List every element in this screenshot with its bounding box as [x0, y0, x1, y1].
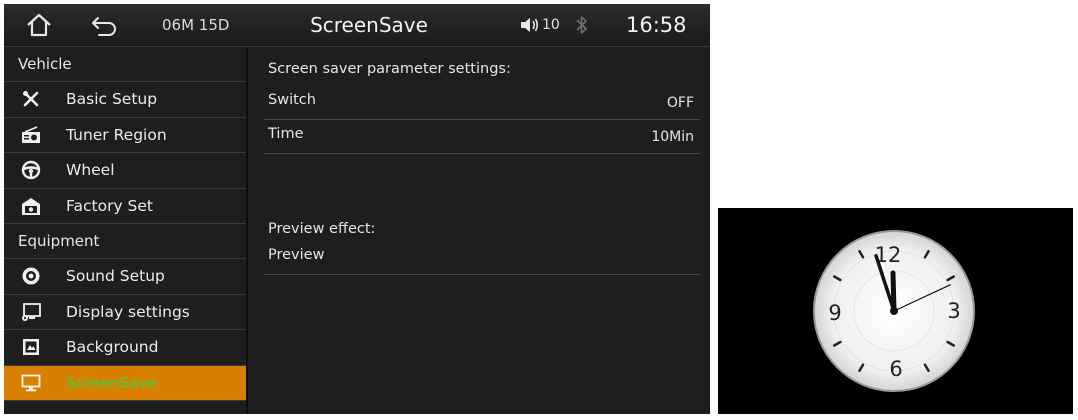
- settings-heading: Screen saver parameter settings:: [268, 61, 511, 77]
- sidebar-item-wheel[interactable]: Wheel: [4, 153, 246, 189]
- switch-label: Switch: [268, 92, 316, 108]
- factory-icon: [21, 196, 41, 216]
- home-icon[interactable]: [26, 4, 52, 46]
- sidebar-item-label: ScreenSave: [66, 373, 158, 392]
- preview-row[interactable]: Preview: [264, 240, 700, 275]
- sidebar-item-tuner-region[interactable]: Tuner Region: [4, 118, 246, 153]
- clock-center: [890, 307, 898, 315]
- analog-clock: 12 3 6 9: [813, 230, 975, 392]
- monitor-icon: [21, 373, 41, 393]
- time-label: Time: [268, 126, 304, 142]
- steering-wheel-icon: [21, 160, 41, 180]
- volume-level: 10: [542, 17, 560, 33]
- speaker-icon: [521, 18, 539, 32]
- monitor-gear-icon: [21, 302, 41, 322]
- page-title: ScreenSave: [310, 13, 428, 37]
- section-header-vehicle: Vehicle: [4, 47, 246, 82]
- bluetooth-icon: [575, 4, 591, 46]
- sidebar-item-label: Factory Set: [66, 196, 153, 215]
- top-bar: 06M 15D ScreenSave 10 16:58: [4, 4, 710, 47]
- date-display: 06M 15D: [162, 16, 230, 34]
- time-value[interactable]: 10Min: [651, 129, 694, 145]
- numeral-3: 3: [947, 299, 960, 323]
- volume-indicator[interactable]: 10: [520, 4, 560, 46]
- screensaver-preview: 12 3 6 9: [718, 208, 1073, 414]
- settings-sidebar: Vehicle Basic Setup Tuner Region Wheel F…: [4, 47, 246, 414]
- sidebar-item-basic-setup[interactable]: Basic Setup: [4, 82, 246, 118]
- numeral-6: 6: [889, 357, 902, 381]
- sidebar-item-label: Display settings: [66, 302, 190, 321]
- sidebar-item-label: Tuner Region: [66, 125, 167, 144]
- sidebar-item-label: Sound Setup: [66, 267, 165, 286]
- switch-setting-row[interactable]: Switch OFF: [264, 85, 700, 120]
- preview-heading: Preview effect:: [268, 221, 376, 237]
- sidebar-item-display-settings[interactable]: Display settings: [4, 295, 246, 330]
- settings-panel: Screen saver parameter settings: Switch …: [248, 47, 710, 414]
- time-setting-row[interactable]: Time 10Min: [264, 119, 700, 154]
- sidebar-item-screensave[interactable]: ScreenSave: [4, 365, 246, 401]
- back-arrow-icon[interactable]: [90, 4, 118, 46]
- sidebar-item-label: Background: [66, 338, 159, 357]
- head-unit-screen: 06M 15D ScreenSave 10 16:58 Vehicle Basi…: [4, 4, 710, 414]
- section-header-equipment: Equipment: [4, 224, 246, 259]
- switch-value[interactable]: OFF: [667, 95, 694, 111]
- sidebar-item-factory-set[interactable]: Factory Set: [4, 189, 246, 224]
- sidebar-item-label: Wheel: [66, 161, 115, 180]
- image-icon: [21, 337, 41, 357]
- time-display: 16:58: [626, 13, 687, 37]
- radio-icon: [21, 125, 41, 145]
- tools-icon: [21, 89, 41, 109]
- preview-label: Preview: [268, 247, 325, 263]
- sidebar-item-background[interactable]: Background: [4, 330, 246, 366]
- sidebar-item-label: Basic Setup: [66, 90, 158, 109]
- speaker-circle-icon: [21, 266, 41, 286]
- numeral-9: 9: [828, 301, 841, 325]
- sidebar-item-sound-setup[interactable]: Sound Setup: [4, 259, 246, 295]
